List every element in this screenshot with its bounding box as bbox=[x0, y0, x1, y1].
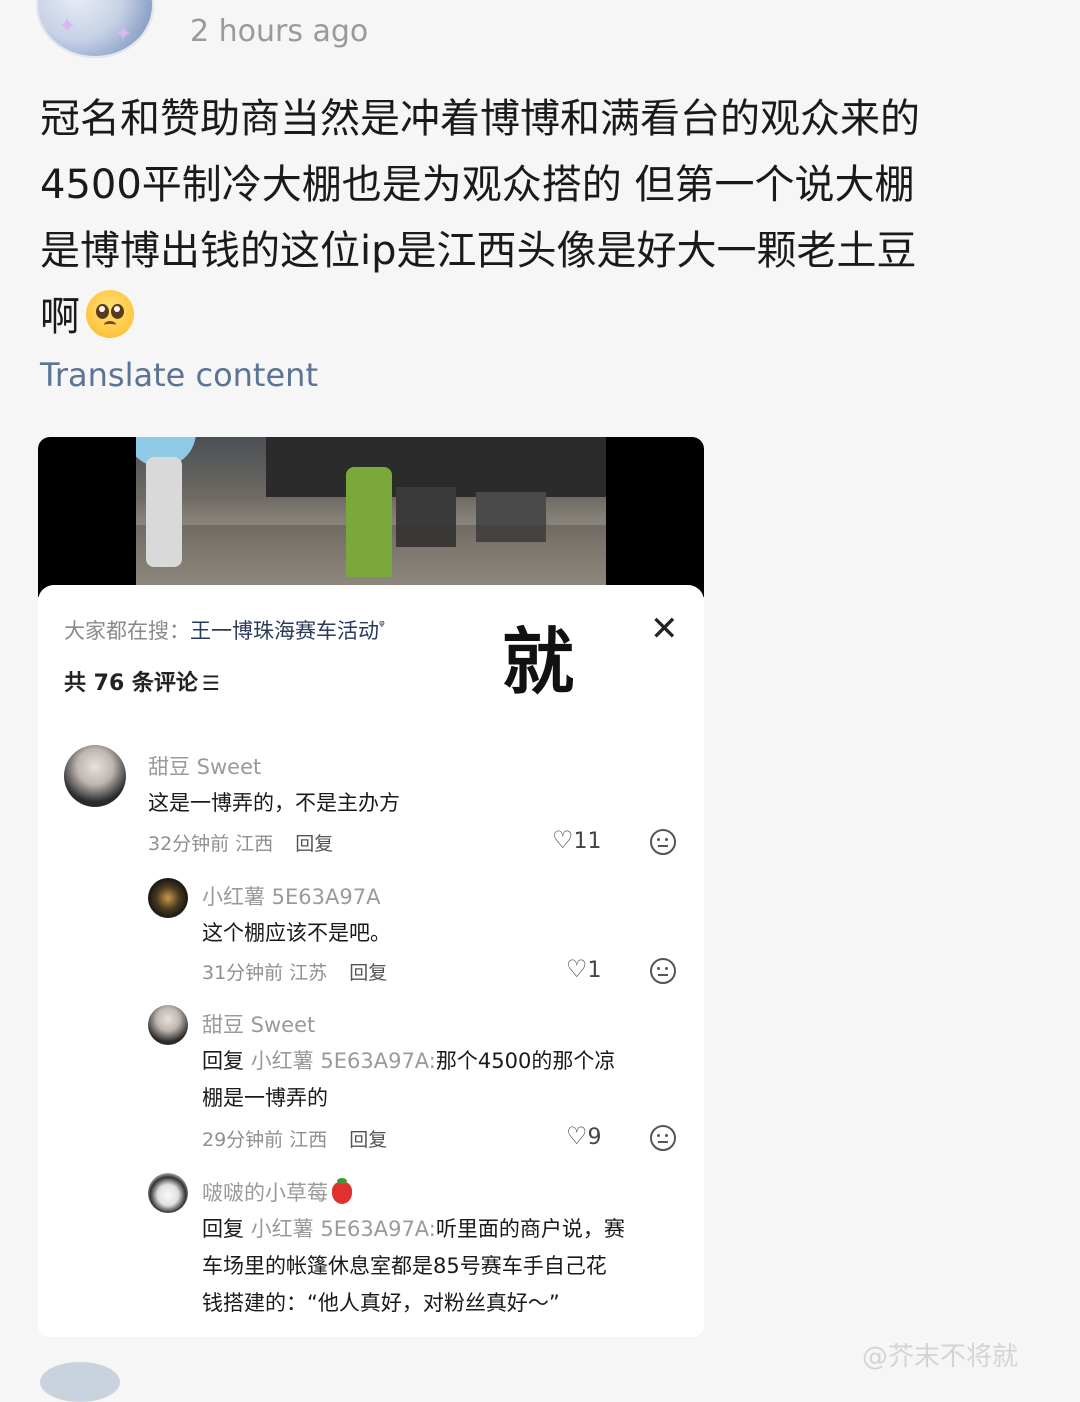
comment-text: 这个棚应该不是吧。 bbox=[202, 921, 391, 945]
comment-count-header[interactable]: 共 76 条评论 ☰ bbox=[64, 665, 220, 697]
user-avatar[interactable]: ✦ ✦ bbox=[36, 0, 154, 58]
search-prefix: 大家都在搜： bbox=[64, 619, 190, 643]
search-suggestion[interactable]: 大家都在搜：王一博珠海赛车活动ᵠ bbox=[64, 615, 385, 645]
comments-sheet: 大家都在搜：王一博珠海赛车活动ᵠ 就 ✕ 共 76 条评论 ☰ 甜豆 Sweet … bbox=[38, 585, 704, 1337]
comment-text-line: 车场里的帐篷休息室都是85号赛车手自己花 bbox=[202, 1254, 607, 1278]
commenter-name[interactable]: 啵啵的小草莓 bbox=[202, 1177, 352, 1207]
search-keyword[interactable]: 王一博珠海赛车活动 bbox=[190, 619, 379, 643]
heart-icon: ♡ bbox=[566, 1122, 588, 1150]
heart-icon: ♡ bbox=[566, 955, 588, 983]
reply-prefix: 回复 bbox=[202, 1217, 244, 1241]
search-icon: ᵠ bbox=[379, 618, 385, 634]
like-count: 11 bbox=[573, 829, 602, 854]
commenter-avatar[interactable] bbox=[148, 1173, 188, 1213]
dislike-face-icon[interactable] bbox=[650, 958, 676, 984]
like-count: 1 bbox=[587, 958, 602, 983]
comment-text-line: 钱搭建的：“他人真好，对粉丝真好～” bbox=[202, 1291, 560, 1315]
close-icon[interactable]: ✕ bbox=[650, 609, 679, 649]
comment-text: 回复 小红薯 5E63A97A:那个4500的那个凉 棚是一博弄的 bbox=[202, 1043, 615, 1117]
comment-location: 江西 bbox=[235, 833, 274, 855]
comment-time: 29分钟前 bbox=[202, 1129, 284, 1151]
like-count: 9 bbox=[587, 1125, 602, 1150]
post-timestamp: 2 hours ago bbox=[190, 14, 369, 49]
post-text-line: 冠名和赞助商当然是冲着博博和满看台的观众来的 bbox=[40, 96, 920, 142]
post-body: 冠名和赞助商当然是冲着博博和满看台的观众来的 4500平制冷大棚也是为观众搭的 … bbox=[40, 86, 1040, 350]
post-text-last: 啊 bbox=[40, 294, 80, 340]
star-decoration-icon: ✦ bbox=[58, 14, 77, 39]
reply-target-name[interactable]: 小红薯 5E63A97A: bbox=[251, 1217, 436, 1241]
commenter-name-text: 啵啵的小草莓 bbox=[202, 1181, 328, 1205]
like-button[interactable]: ♡11 bbox=[552, 826, 602, 854]
strawberry-icon bbox=[332, 1178, 352, 1204]
comment-meta: 29分钟前 江西 回复 bbox=[202, 1125, 387, 1152]
commenter-name[interactable]: 甜豆 Sweet bbox=[202, 1009, 315, 1039]
heart-icon: ♡ bbox=[552, 826, 574, 854]
comment-text-line: 那个4500的那个凉 bbox=[435, 1049, 616, 1073]
reply-button[interactable]: 回复 bbox=[349, 962, 387, 984]
comment-location: 江苏 bbox=[289, 962, 328, 984]
next-post-avatar[interactable] bbox=[40, 1362, 120, 1402]
translate-content-link[interactable]: Translate content bbox=[40, 356, 318, 394]
comment-text: 这是一博弄的，不是主办方 bbox=[148, 791, 400, 815]
reply-button[interactable]: 回复 bbox=[295, 833, 333, 855]
comment-meta: 31分钟前 江苏 回复 bbox=[202, 958, 387, 985]
commenter-avatar[interactable] bbox=[148, 878, 188, 918]
pleading-face-emoji-icon bbox=[86, 290, 134, 338]
comment-time: 31分钟前 bbox=[202, 962, 284, 984]
comment-text-line: 听里面的商户说，赛 bbox=[435, 1217, 625, 1241]
sort-icon[interactable]: ☰ bbox=[202, 671, 220, 695]
video-frame bbox=[136, 437, 606, 585]
comment-location: 江西 bbox=[289, 1129, 328, 1151]
comment-count-label: 共 76 条评论 bbox=[64, 671, 198, 696]
post-text-line: 4500平制冷大棚也是为观众搭的 但第一个说大棚 bbox=[40, 162, 915, 208]
dislike-face-icon[interactable] bbox=[650, 829, 676, 855]
reply-target-name[interactable]: 小红薯 5E63A97A: bbox=[251, 1049, 436, 1073]
video-preview bbox=[38, 437, 704, 597]
dislike-face-icon[interactable] bbox=[650, 1125, 676, 1151]
comment-text-line: 棚是一博弄的 bbox=[202, 1086, 328, 1110]
watermark: @芥末不将就 bbox=[862, 1342, 1019, 1372]
commenter-name[interactable]: 小红薯 5E63A97A bbox=[202, 881, 380, 911]
commenter-avatar[interactable] bbox=[64, 745, 126, 807]
post-text-line: 啊 bbox=[40, 284, 1040, 350]
commenter-name[interactable]: 甜豆 Sweet bbox=[148, 751, 261, 781]
reply-prefix: 回复 bbox=[202, 1049, 244, 1073]
reply-button[interactable]: 回复 bbox=[349, 1129, 387, 1151]
comment-time: 32分钟前 bbox=[148, 833, 230, 855]
comment-text: 回复 小红薯 5E63A97A:听里面的商户说，赛 车场里的帐篷休息室都是85号… bbox=[202, 1211, 625, 1322]
comment-meta: 32分钟前 江西 回复 bbox=[148, 829, 333, 856]
commenter-avatar[interactable] bbox=[148, 1005, 188, 1045]
post-text-line: 是博博出钱的这位ip是江西头像是好大一颗老土豆 bbox=[40, 228, 917, 274]
star-decoration-icon: ✦ bbox=[114, 22, 133, 47]
overlay-caption: 就 bbox=[502, 620, 575, 704]
like-button[interactable]: ♡1 bbox=[566, 955, 602, 983]
embedded-screenshot-image[interactable]: 大家都在搜：王一博珠海赛车活动ᵠ 就 ✕ 共 76 条评论 ☰ 甜豆 Sweet … bbox=[38, 437, 704, 1337]
like-button[interactable]: ♡9 bbox=[566, 1122, 602, 1150]
